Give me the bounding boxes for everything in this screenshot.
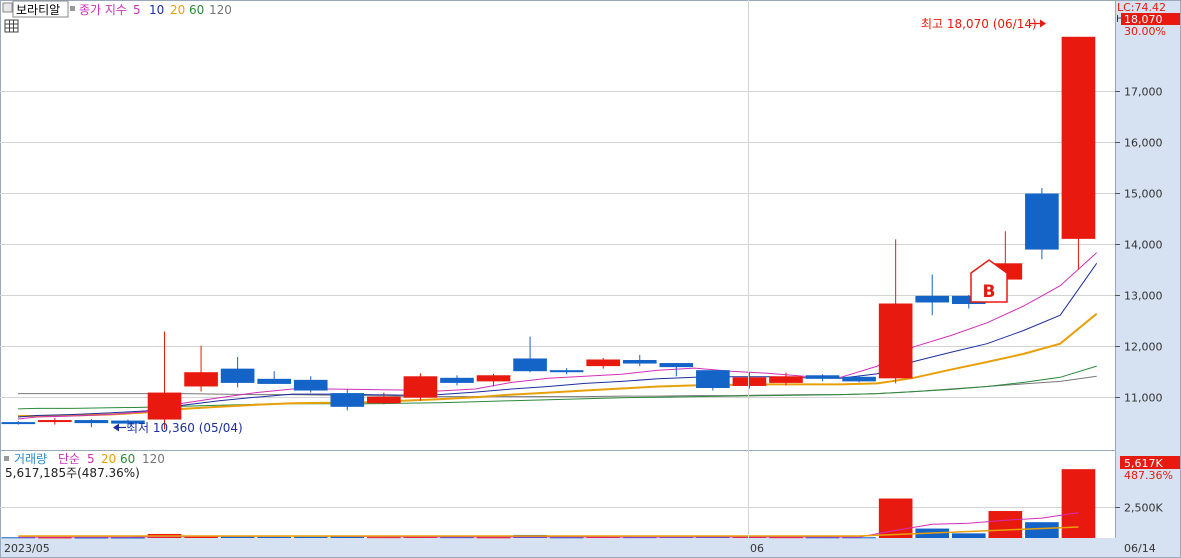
- table-icon[interactable]: [4, 19, 19, 33]
- candle-body: [184, 372, 218, 387]
- price-tick-label: 16,000: [1124, 137, 1163, 150]
- bottom-axis-panel: [0, 538, 1181, 558]
- volume-info: 5,617,185주(487.36%): [5, 466, 140, 480]
- candle-body: [1025, 193, 1059, 250]
- price-tick-label: 17,000: [1124, 86, 1163, 99]
- last-volume-pct: 487.36%: [1124, 469, 1173, 482]
- candle-body: [878, 303, 913, 379]
- candle-body: [732, 377, 767, 386]
- volume-tick-label: 2,500K: [1124, 502, 1163, 515]
- volume-type: 단순: [58, 452, 80, 466]
- candle-body: [622, 360, 657, 364]
- ma5-label: 5: [133, 3, 141, 17]
- price-tick-label: 12,000: [1124, 341, 1163, 354]
- volume-bar: [293, 536, 328, 538]
- price-tick-label: 14,000: [1124, 239, 1163, 252]
- candle-body: [293, 379, 328, 391]
- candle-body: [74, 420, 109, 424]
- ma20-label: 20: [170, 3, 185, 17]
- candle-body: [513, 358, 547, 372]
- candle-body: [147, 392, 182, 420]
- menu-square-icon[interactable]: [2, 2, 13, 13]
- candle-body: [842, 376, 876, 382]
- vol-ma5-label: 5: [87, 452, 95, 466]
- low-label: 최저 10,360 (05/04): [127, 421, 243, 435]
- candle-body: [586, 359, 621, 367]
- volume-title: 거래량: [14, 452, 47, 466]
- stock-name[interactable]: 보라티알: [16, 3, 60, 17]
- vol-ma120-label: 120: [142, 452, 165, 466]
- candle-body: [403, 376, 438, 398]
- price-tick-label: 13,000: [1124, 290, 1163, 303]
- candle-body: [440, 377, 474, 383]
- price-tick-label: 11,000: [1124, 392, 1163, 405]
- candle-body: [659, 363, 694, 368]
- candle-body: [549, 370, 584, 373]
- candle-body: [696, 370, 730, 388]
- x-mid-label: 06: [750, 542, 764, 555]
- price-tick-label: 15,000: [1124, 188, 1163, 201]
- volume-bar: [111, 537, 145, 539]
- vol-ma20-label: 20: [101, 452, 116, 466]
- price-title: 종가 지수: [79, 3, 127, 17]
- candle-body: [769, 376, 803, 383]
- ma60-label: 60: [189, 3, 204, 17]
- legend-square-icon: [70, 6, 75, 11]
- buy-marker-letter: B: [983, 282, 996, 302]
- volume-bar: [257, 536, 291, 538]
- candle-body: [257, 378, 291, 384]
- candle-body: [1, 422, 36, 425]
- vol-ma60-label: 60: [120, 452, 135, 466]
- candle-body: [220, 368, 255, 383]
- x-start-label: 2023/05: [4, 542, 50, 555]
- volume-bar: [951, 533, 986, 538]
- candle-body: [476, 375, 511, 382]
- candle-body: [38, 420, 72, 423]
- candle-body: [1061, 36, 1096, 239]
- candle-body: [915, 295, 950, 303]
- candle-body: [330, 393, 365, 407]
- volume-bar: [74, 537, 109, 539]
- ma120-label: 120: [209, 3, 232, 17]
- ma10-label: 10: [149, 3, 164, 17]
- volume-bar: [988, 511, 1023, 538]
- stock-chart[interactable]: 11,000 12,000 13,000 14,000 15,000 16,000 17,0…: [0, 0, 1181, 558]
- volume-bar: [1025, 522, 1059, 538]
- volume-legend-square-icon: [4, 456, 9, 461]
- volume-bar: [220, 536, 255, 538]
- x-end-label: 06/14: [1124, 542, 1156, 555]
- high-label: 최고 18,070 (06/14): [921, 17, 1037, 31]
- candle-body: [805, 375, 840, 379]
- last-change: 30.00%: [1124, 25, 1166, 38]
- candle-body: [367, 396, 401, 404]
